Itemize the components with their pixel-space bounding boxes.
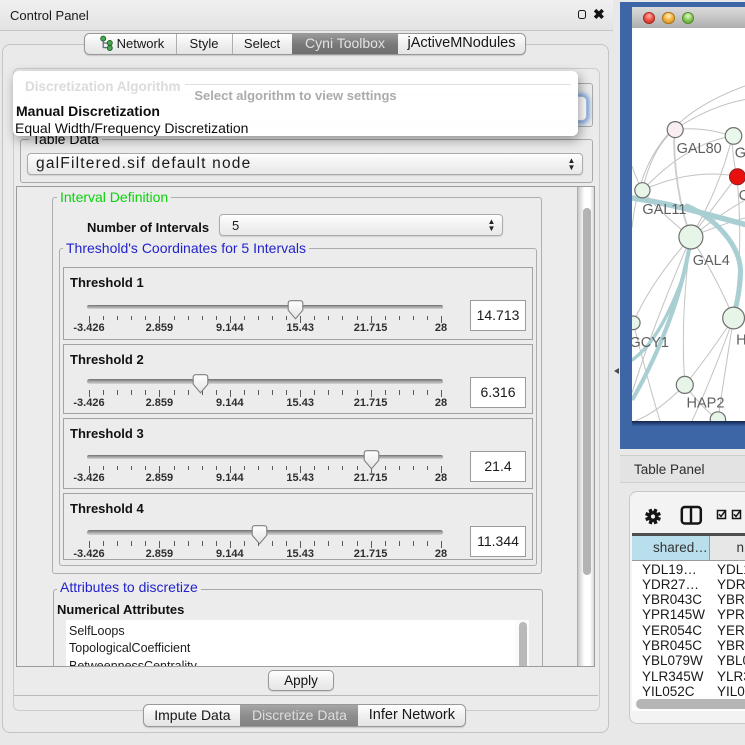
svg-text:GCY1: GCY1 [632, 335, 669, 351]
svg-text:HAP2: HAP2 [687, 395, 725, 411]
svg-text:H: H [736, 332, 745, 348]
svg-text:GA: GA [735, 145, 745, 161]
svg-text:GAL11: GAL11 [642, 202, 686, 218]
svg-text:GAL4: GAL4 [693, 253, 730, 269]
svg-text:C: C [739, 188, 745, 204]
svg-text:GAL80: GAL80 [677, 140, 722, 156]
